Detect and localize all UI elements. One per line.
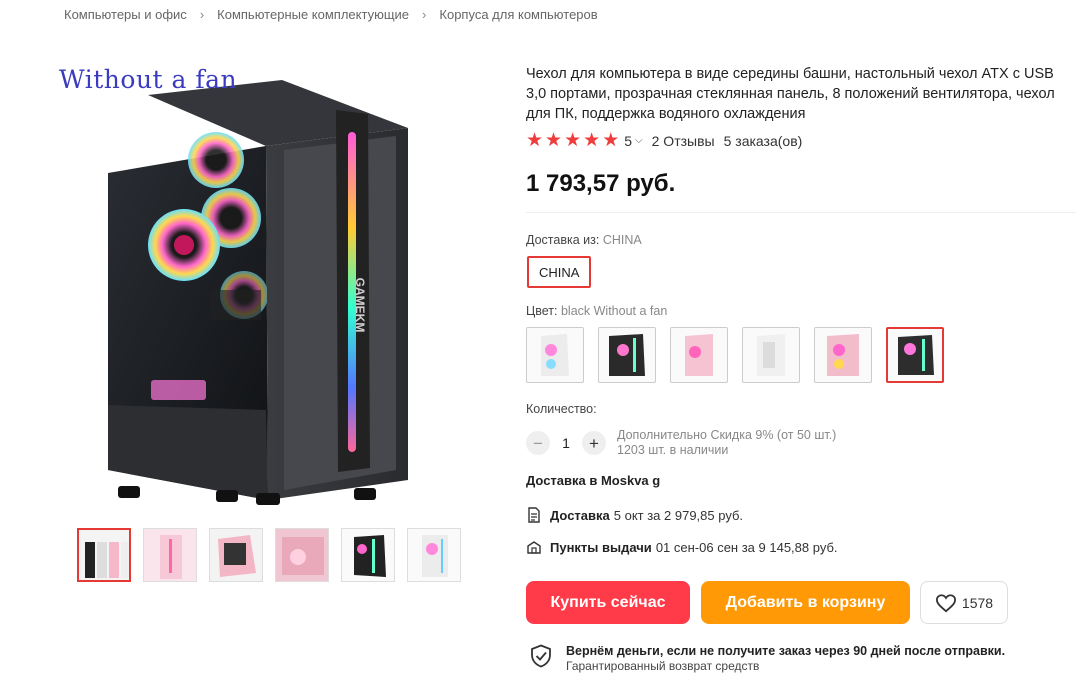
document-icon <box>528 507 540 523</box>
breadcrumb-item-cases[interactable]: Корпуса для компьютеров <box>439 7 597 22</box>
color-option-2[interactable] <box>598 327 656 383</box>
chevron-down-icon[interactable]: ⌵ <box>635 135 643 146</box>
thumbnail-image <box>408 529 460 581</box>
thumbnail-3[interactable] <box>209 528 263 582</box>
breadcrumb-item-components[interactable]: Компьютерные комплектующие <box>217 7 409 22</box>
thumbnail-image <box>144 529 196 581</box>
image-overlay-text: Without a fan <box>59 65 238 94</box>
guarantee-title: Вернём деньги, если не получите заказ че… <box>566 644 1006 658</box>
color-value: black Without a fan <box>560 304 668 318</box>
quantity-stepper: − 1 + Дополнительно Скидка 9% (от 50 шт.… <box>526 428 836 458</box>
color-swatch-image <box>898 335 934 375</box>
product-price: 1 793,57 руб. <box>526 170 676 197</box>
color-options <box>526 327 944 383</box>
add-to-cart-button[interactable]: Добавить в корзину <box>701 581 910 624</box>
ship-from-value: CHINA <box>602 233 642 247</box>
star-icon: ★ <box>602 130 620 151</box>
color-row: Цвет: black Without a fan <box>526 304 667 318</box>
stock-text: 1203 шт. в наличии <box>617 443 729 457</box>
color-swatch-image <box>757 334 785 376</box>
quantity-minus-button[interactable]: − <box>526 431 550 455</box>
star-icon: ★ <box>583 130 601 151</box>
heart-icon <box>935 593 956 612</box>
wishlist-count: 1578 <box>961 594 994 611</box>
bulk-discount-text: Дополнительно Скидка 9% (от 50 шт.) <box>617 428 837 442</box>
color-option-5[interactable] <box>814 327 872 383</box>
color-option-4[interactable] <box>742 327 800 383</box>
rating-score[interactable]: 5 <box>624 133 632 149</box>
thumbnail-5[interactable] <box>341 528 395 582</box>
quantity-info: Дополнительно Скидка 9% (от 50 шт.) 1203… <box>617 428 836 458</box>
ship-from-label: Доставка из: <box>526 233 600 247</box>
delivery-courier-label: Доставка <box>550 507 610 523</box>
color-swatch-image <box>541 334 569 376</box>
color-label: Цвет: <box>526 304 558 318</box>
quantity-value[interactable]: 1 <box>550 435 582 451</box>
wishlist-button[interactable]: 1578 <box>920 581 1008 624</box>
ship-from-row: Доставка из: CHINA <box>526 233 642 247</box>
main-product-image[interactable]: GAMEKM Without a fan <box>56 60 476 505</box>
quantity-plus-button[interactable]: + <box>582 431 606 455</box>
color-option-6-selected[interactable] <box>886 327 944 383</box>
pc-case-image: GAMEKM <box>108 80 408 505</box>
chevron-right-icon: › <box>422 7 427 22</box>
case-logo: GAMEKM <box>353 278 367 333</box>
thumbnail-strip <box>77 528 461 582</box>
thumbnail-image <box>342 529 394 581</box>
color-swatch-image <box>827 334 859 376</box>
thumbnail-6[interactable] <box>407 528 461 582</box>
star-icon: ★ <box>526 130 544 151</box>
thumbnail-image <box>85 542 129 578</box>
star-icon: ★ <box>564 130 582 151</box>
rating-row: ★ ★ ★ ★ ★ 5 ⌵ 2 Отзывы 5 заказа(ов) <box>526 131 802 150</box>
delivery-courier-row: Доставка 5 окт за 2 979,85 руб. <box>526 507 743 523</box>
delivery-courier-detail: 5 окт за 2 979,85 руб. <box>613 507 744 523</box>
pickup-point-icon <box>527 541 541 554</box>
thumbnail-1[interactable] <box>77 528 131 582</box>
thumbnail-image <box>210 529 262 581</box>
rating-stars: ★ ★ ★ ★ ★ <box>526 131 619 150</box>
guarantee-block: Вернём деньги, если не получите заказ че… <box>530 644 1005 674</box>
guarantee-subtitle: Гарантированный возврат средств <box>566 659 760 673</box>
quantity-label: Количество: <box>526 402 597 416</box>
delivery-pickup-detail: 01 сен-06 сен за 9 145,88 руб. <box>655 539 838 555</box>
orders-count: 5 заказа(ов) <box>723 132 803 149</box>
breadcrumb-item-computers[interactable]: Компьютеры и офис <box>64 7 187 22</box>
thumbnail-4[interactable] <box>275 528 329 582</box>
breadcrumb: Компьютеры и офис › Компьютерные комплек… <box>64 7 598 22</box>
product-title: Чехол для компьютера в виде середины баш… <box>526 66 1055 122</box>
thumbnail-image <box>276 529 328 581</box>
delivery-pickup-label: Пункты выдачи <box>550 539 652 555</box>
chevron-right-icon: › <box>199 7 205 22</box>
color-swatch-image <box>609 334 645 376</box>
divider <box>526 212 1076 213</box>
delivery-title: Доставка в Moskva g <box>526 473 661 488</box>
buy-now-button[interactable]: Купить сейчас <box>526 581 690 624</box>
shield-check-icon <box>531 644 551 668</box>
color-option-3[interactable] <box>670 327 728 383</box>
reviews-link[interactable]: 2 Отзывы <box>652 133 715 149</box>
star-icon: ★ <box>545 130 563 151</box>
thumbnail-2[interactable] <box>143 528 197 582</box>
color-swatch-image <box>685 334 713 376</box>
color-option-1[interactable] <box>526 327 584 383</box>
ship-from-option-china[interactable]: CHINA <box>527 256 592 288</box>
delivery-pickup-row: Пункты выдачи 01 сен-06 сен за 9 145,88 … <box>526 539 838 555</box>
